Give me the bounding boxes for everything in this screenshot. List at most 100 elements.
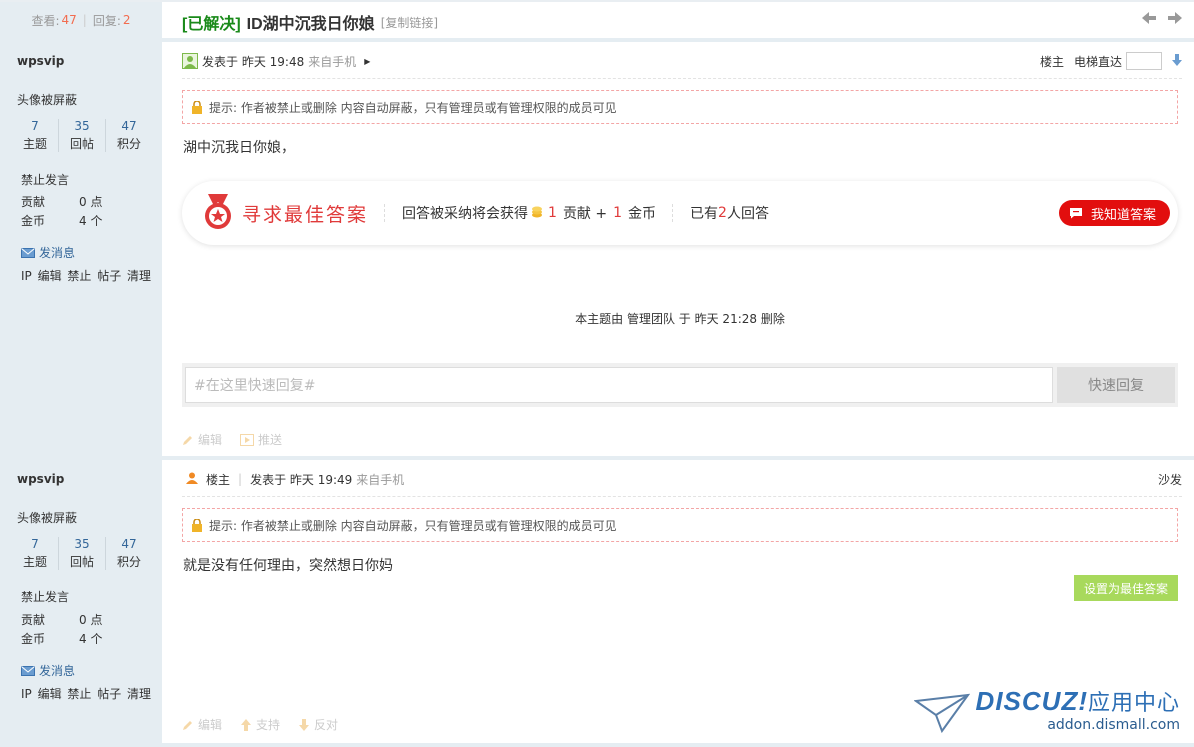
contribution-unit: 贡献 + xyxy=(562,206,608,222)
post-header: 发表于 昨天 19:48 来自手机 ▶ 楼主 电梯直达 xyxy=(182,52,1182,70)
elevator-input[interactable] xyxy=(1126,52,1162,70)
seek-best-answer: 寻求最佳答案 xyxy=(242,203,369,226)
thumb-down-icon xyxy=(299,718,310,731)
copy-link[interactable]: [复制链接] xyxy=(381,14,438,31)
arrow-down-icon[interactable] xyxy=(1172,53,1182,69)
reward-divider-2 xyxy=(672,204,674,222)
edit-action[interactable]: 编辑 xyxy=(182,716,222,733)
thread-stats: 查看: 47 | 回复: 2 xyxy=(0,2,162,38)
reward-text: 回答被采纳将会获得 xyxy=(402,206,529,222)
answered-suffix: 人回答 xyxy=(726,206,769,222)
answered-prefix: 已有 xyxy=(690,206,719,222)
admin-links[interactable]: IP 编辑 禁止 帖子 清理 xyxy=(21,685,151,702)
push-action[interactable]: 推送 xyxy=(240,431,282,448)
push-icon xyxy=(240,433,255,446)
i-know-answer-button[interactable]: 我知道答案 xyxy=(1058,200,1170,226)
post-actions: 编辑 支持 反对 xyxy=(182,716,338,733)
send-message-link[interactable]: 发消息 xyxy=(21,662,75,679)
coins-row: 金币 4 个 xyxy=(21,214,103,228)
stat-threads[interactable]: 7 主题 xyxy=(12,537,58,570)
post-header: 楼主 | 发表于 昨天 19:49 来自手机 沙发 xyxy=(182,470,1182,488)
stat-credits[interactable]: 47 积分 xyxy=(105,537,152,570)
stat-posts[interactable]: 35 回帖 xyxy=(58,537,105,570)
post-content: 湖中沉我日你娘， xyxy=(183,140,295,156)
coin-amount: 1 xyxy=(613,205,623,221)
floor-label: 楼主 xyxy=(1039,54,1064,69)
post-header-divider xyxy=(182,78,1182,79)
thread-nav xyxy=(1142,12,1182,28)
blocked-notice: 提示: 作者被禁止或删除 内容自动屏蔽，只有管理员或有管理权限的成员可见 xyxy=(182,508,1178,542)
reward-divider xyxy=(384,204,386,222)
author-stats: 7 主题 35 回帖 47 积分 xyxy=(12,537,152,570)
contribution-amount: 1 xyxy=(548,205,557,221)
author-name[interactable]: wpsvip xyxy=(17,472,64,486)
top-strip xyxy=(0,0,1194,2)
lock-icon xyxy=(192,518,202,532)
avatar-blocked-text: 头像被屏蔽 xyxy=(17,511,78,525)
floor-label[interactable]: 沙发 xyxy=(1158,471,1182,488)
contribution-row: 贡献 0 点 xyxy=(21,613,103,627)
blocked-notice: 提示: 作者被禁止或删除 内容自动屏蔽，只有管理员或有管理权限的成员可见 xyxy=(182,90,1178,124)
quick-reply: #在这里快速回复# 快速回复 xyxy=(182,363,1178,407)
quick-reply-input[interactable]: #在这里快速回复# xyxy=(185,367,1053,403)
envelope-icon xyxy=(21,665,35,676)
post-header-divider xyxy=(182,496,1182,497)
post-source: 来自手机 xyxy=(356,472,405,487)
avatar-blocked-text: 头像被屏蔽 xyxy=(17,93,78,107)
post-time: 发表于 昨天 19:48 xyxy=(202,54,305,69)
replies-count: 2 xyxy=(122,13,131,27)
triangle-right-icon[interactable]: ▶ xyxy=(364,57,370,66)
user-group[interactable]: 禁止发言 xyxy=(21,588,69,605)
discuz-watermark: DISCUZ!应用中心 addon.dismall.com xyxy=(913,685,1180,733)
prev-thread-icon[interactable] xyxy=(1142,12,1156,28)
answered-count: 2 xyxy=(718,205,727,221)
send-message-link[interactable]: 发消息 xyxy=(21,244,75,261)
watermark-brand: DISCUZ!应用中心 xyxy=(975,686,1180,716)
support-action[interactable]: 支持 xyxy=(240,716,280,733)
chat-bubble-icon xyxy=(1069,208,1082,219)
coin-unit: 金币 xyxy=(628,206,657,222)
views-count: 47 xyxy=(61,13,77,27)
thumb-up-icon xyxy=(241,718,252,731)
post-source: 来自手机 xyxy=(308,54,357,69)
paper-plane-icon xyxy=(913,693,970,733)
set-best-answer-button[interactable]: 设置为最佳答案 xyxy=(1074,575,1178,601)
next-thread-icon[interactable] xyxy=(1168,12,1182,28)
coins-row: 金币 4 个 xyxy=(21,632,103,646)
op-label: 楼主 xyxy=(206,472,231,487)
stat-threads[interactable]: 7 主题 xyxy=(12,119,58,152)
oppose-action[interactable]: 反对 xyxy=(298,716,338,733)
pencil-icon xyxy=(183,720,192,730)
user-icon xyxy=(182,53,198,69)
author-name[interactable]: wpsvip xyxy=(17,54,64,68)
stat-posts[interactable]: 35 回帖 xyxy=(58,119,105,152)
header-divider-bar: | xyxy=(238,472,243,486)
header-divider xyxy=(0,38,1194,42)
stat-credits[interactable]: 47 积分 xyxy=(105,119,152,152)
solved-tag[interactable]: [已解决] xyxy=(182,10,241,34)
edit-action[interactable]: 编辑 xyxy=(182,431,222,448)
elevator-label: 电梯直达 xyxy=(1073,54,1122,69)
reward-panel: 寻求最佳答案 回答被采纳将会获得 1 贡献 + 1 金币 已有 2 人回答 我知… xyxy=(182,181,1178,245)
admin-links[interactable]: IP 编辑 禁止 帖子 清理 xyxy=(21,267,151,284)
quick-reply-button[interactable]: 快速回复 xyxy=(1057,367,1175,403)
pencil-icon xyxy=(183,435,192,445)
coin-stack-icon xyxy=(532,206,543,221)
deleted-notice: 本主题由 管理团队 于 昨天 21:28 删除 xyxy=(575,312,785,326)
lock-icon xyxy=(192,100,202,114)
author-stats: 7 主题 35 回帖 47 积分 xyxy=(12,119,152,152)
post-time: 发表于 昨天 19:49 xyxy=(250,472,353,487)
thread-title: ID湖中沉我日你娘 xyxy=(246,16,375,33)
user-group[interactable]: 禁止发言 xyxy=(21,171,69,188)
post-divider xyxy=(0,456,1194,460)
envelope-icon xyxy=(21,247,35,258)
person-icon xyxy=(186,472,198,487)
bottom-divider xyxy=(0,743,1194,747)
replies-label: 回复: xyxy=(92,13,121,28)
post-actions: 编辑 推送 xyxy=(182,431,282,448)
contribution-row: 贡献 0 点 xyxy=(21,195,103,209)
post-content: 就是没有任何理由，突然想日你妈 xyxy=(183,558,393,574)
watermark-url: addon.dismall.com xyxy=(1047,717,1180,733)
medal-icon xyxy=(200,192,236,235)
views-label: 查看: xyxy=(31,13,60,28)
